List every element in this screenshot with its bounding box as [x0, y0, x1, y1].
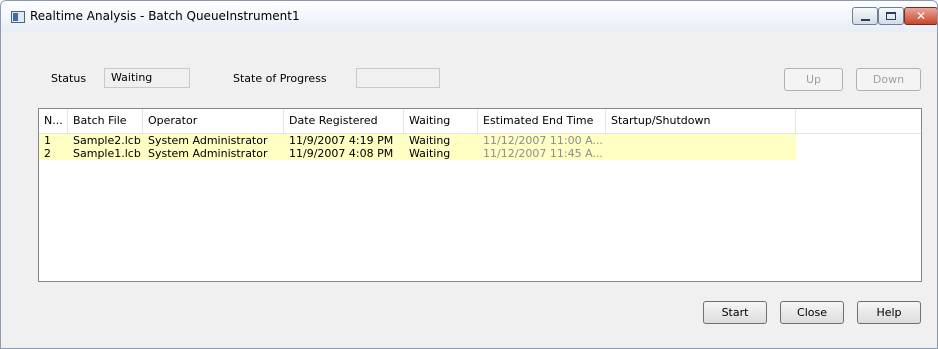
maximize-icon	[886, 12, 896, 20]
column-header-estimated-end-time[interactable]: Estimated End Time	[478, 109, 606, 133]
status-field: Waiting	[104, 68, 190, 88]
state-of-progress-field	[356, 68, 440, 88]
table-row[interactable]: 1 Sample2.lcb System Administrator 11/9/…	[39, 134, 796, 147]
cell-estimated-end-time: 11/12/2007 11:00 A...	[483, 134, 603, 147]
start-button[interactable]: Start	[703, 301, 767, 324]
column-header-waiting[interactable]: Waiting	[404, 109, 478, 133]
down-button[interactable]: Down	[856, 68, 921, 91]
cell-waiting: Waiting	[409, 134, 451, 147]
cell-batch-file: Sample2.lcb	[73, 134, 141, 147]
status-label: Status	[51, 72, 87, 85]
column-header-no[interactable]: N...	[39, 109, 68, 133]
batch-queue-list[interactable]: N... Batch File Operator Date Registered…	[38, 108, 922, 282]
cell-date-registered: 11/9/2007 4:08 PM	[289, 147, 394, 160]
cell-startup-shutdown	[606, 134, 796, 147]
app-window-icon	[11, 11, 25, 23]
column-header-operator[interactable]: Operator	[143, 109, 284, 133]
close-button[interactable]: Close	[780, 301, 844, 324]
cell-no: 1	[44, 134, 51, 147]
cell-operator: System Administrator	[148, 134, 268, 147]
cell-estimated-end-time: 11/12/2007 11:45 A...	[483, 147, 603, 160]
cell-date-registered: 11/9/2007 4:19 PM	[289, 134, 394, 147]
close-window-button[interactable]: ✕	[904, 7, 937, 25]
maximize-button[interactable]	[878, 7, 904, 25]
minimize-button[interactable]	[852, 7, 878, 25]
table-row[interactable]: 2 Sample1.lcb System Administrator 11/9/…	[39, 147, 796, 160]
window-title: Realtime Analysis - Batch QueueInstrumen…	[30, 9, 300, 23]
minimize-icon	[861, 19, 870, 21]
cell-startup-shutdown	[606, 147, 796, 160]
state-of-progress-label: State of Progress	[233, 72, 327, 85]
cell-batch-file: Sample1.lcb	[73, 147, 141, 160]
column-header-batch-file[interactable]: Batch File	[68, 109, 143, 133]
close-icon: ✕	[915, 9, 927, 23]
cell-operator: System Administrator	[148, 147, 268, 160]
batch-queue-window: Realtime Analysis - Batch QueueInstrumen…	[0, 0, 938, 349]
help-button[interactable]: Help	[857, 301, 921, 324]
cell-no: 2	[44, 147, 51, 160]
column-header-date-registered[interactable]: Date Registered	[284, 109, 404, 133]
cell-waiting: Waiting	[409, 147, 451, 160]
title-bar[interactable]: Realtime Analysis - Batch QueueInstrumen…	[1, 1, 937, 32]
up-button[interactable]: Up	[784, 68, 843, 91]
list-header: N... Batch File Operator Date Registered…	[39, 109, 921, 134]
column-header-startup-shutdown[interactable]: Startup/Shutdown	[606, 109, 796, 133]
